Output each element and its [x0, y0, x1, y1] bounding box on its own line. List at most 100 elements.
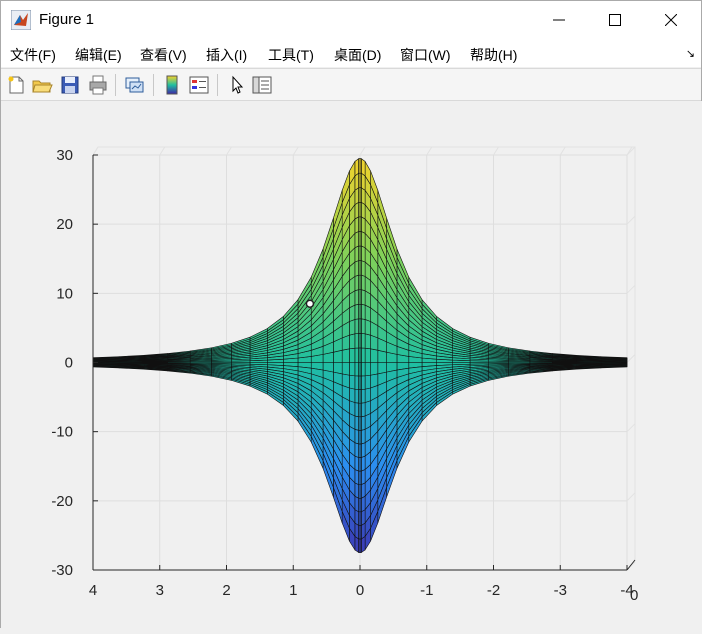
surface-face: [349, 375, 354, 389]
surface-face: [349, 388, 354, 403]
dock-arrow-icon[interactable]: ↘: [686, 47, 695, 60]
surface-face: [361, 188, 365, 205]
surface-face: [361, 536, 365, 552]
grid-line: [627, 216, 635, 224]
print-icon[interactable]: [87, 74, 109, 96]
surface-face: [355, 429, 359, 444]
surface-face: [361, 363, 365, 377]
z-tick-label: -30: [51, 562, 73, 579]
surface-face: [355, 290, 359, 305]
surface-face: [355, 443, 359, 458]
menu-help[interactable]: 帮助(H): [470, 45, 517, 65]
surface-face: [361, 217, 365, 233]
menu-edit[interactable]: 编辑(E): [75, 45, 122, 65]
x-tick-label: 1: [289, 582, 297, 599]
window-title: Figure 1: [39, 11, 94, 28]
menu-file[interactable]: 文件(F): [10, 45, 56, 65]
surface-face: [361, 510, 365, 526]
surface-face: [361, 429, 365, 444]
open-file-icon[interactable]: [31, 74, 53, 96]
menu-desktop[interactable]: 桌面(D): [334, 45, 381, 65]
toolbar-separator: [217, 74, 218, 96]
minimize-icon: [553, 14, 565, 26]
y-axis-line: [627, 560, 635, 570]
new-figure-icon[interactable]: [5, 74, 27, 96]
surface-face: [355, 304, 359, 319]
surface-face: [355, 261, 359, 277]
menu-tools[interactable]: 工具(T): [268, 45, 314, 65]
colorbar-icon[interactable]: [161, 74, 183, 96]
z-tick-label: -10: [51, 424, 73, 441]
grid-line: [627, 285, 635, 293]
surface-face: [355, 536, 359, 552]
surface-face: [355, 389, 359, 403]
x-tick-label: 4: [89, 582, 97, 599]
surface-face: [355, 376, 359, 390]
close-icon: [665, 14, 677, 26]
maximize-button[interactable]: [587, 1, 643, 39]
surface-face: [355, 456, 359, 471]
save-icon[interactable]: [59, 74, 81, 96]
maximize-icon: [609, 14, 621, 26]
grid-line: [360, 147, 365, 155]
surface-face: [361, 443, 365, 458]
surface-face: [361, 202, 365, 219]
grid-line: [627, 355, 635, 363]
surface-face: [349, 363, 354, 376]
menu-view[interactable]: 查看(V): [140, 45, 187, 65]
x-tick-label: -1: [420, 582, 433, 599]
surface-face: [355, 246, 359, 262]
figure-toolbar: [1, 68, 701, 101]
surface-face: [342, 363, 349, 376]
surface-face: [361, 333, 365, 348]
surface-face: [361, 319, 365, 334]
surface-face: [361, 246, 365, 262]
link-plot-icon[interactable]: [123, 74, 145, 96]
surface-face: [365, 348, 370, 362]
surface-face: [355, 348, 359, 363]
grid-line: [494, 147, 499, 155]
z-tick-label: 30: [56, 147, 73, 164]
surface-face: [349, 319, 354, 335]
title-bar[interactable]: Figure 1: [1, 1, 701, 39]
x-tick-label: -2: [487, 582, 500, 599]
close-button[interactable]: [643, 1, 699, 39]
menu-window[interactable]: 窗口(W): [400, 45, 451, 65]
surface-face: [361, 456, 365, 471]
surface-face: [361, 389, 365, 403]
legend-icon[interactable]: [188, 74, 210, 96]
surface-plot[interactable]: 3020100-10-20-3043210-1-2-3-40: [1, 101, 702, 629]
surface-face: [361, 496, 365, 511]
surface-face: [361, 231, 365, 247]
z-tick-label: 10: [56, 285, 73, 302]
x-tick-label: 2: [222, 582, 230, 599]
surface-face: [355, 510, 359, 526]
surface-face: [355, 188, 359, 205]
surface-face: [361, 483, 365, 498]
grid-line: [627, 493, 635, 501]
grid-line: [627, 424, 635, 432]
pointer-icon[interactable]: [226, 74, 248, 96]
z-tick-label: 0: [65, 355, 73, 372]
surface-face: [361, 304, 365, 319]
surface-face: [361, 376, 365, 390]
surface-mesh: [93, 158, 627, 552]
surface-face: [355, 217, 359, 233]
grid-line: [427, 147, 432, 155]
grid-line: [293, 147, 298, 155]
surface-face: [349, 348, 354, 362]
data-marker: [306, 300, 313, 307]
property-inspector-icon[interactable]: [251, 74, 273, 96]
surface-face: [355, 416, 359, 430]
x-tick-label: 0: [356, 582, 364, 599]
grid-line: [560, 147, 565, 155]
surface-face: [349, 334, 354, 349]
surface-face: [365, 334, 370, 349]
surface-face: [355, 496, 359, 511]
minimize-button[interactable]: [531, 1, 587, 39]
surface-face: [361, 348, 365, 363]
surface-face: [355, 403, 359, 417]
surface-face: [361, 416, 365, 430]
menu-insert[interactable]: 插入(I): [206, 45, 247, 65]
x-tick-label: 3: [156, 582, 164, 599]
